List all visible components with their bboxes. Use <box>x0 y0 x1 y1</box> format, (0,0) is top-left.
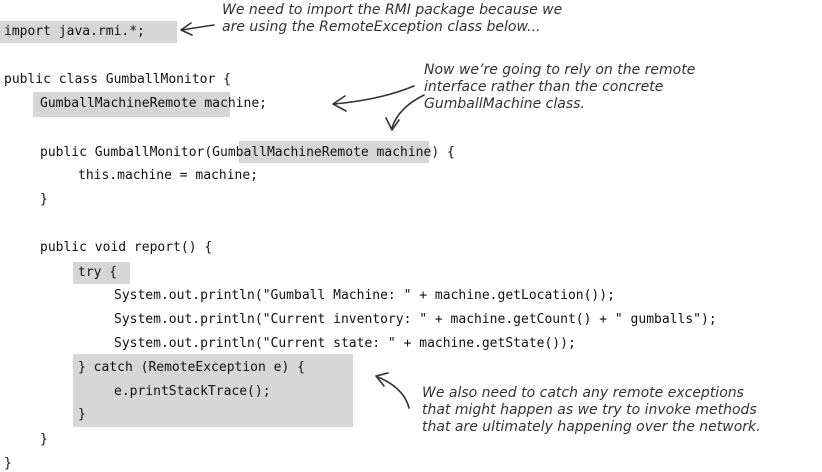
field-arrow-icon <box>333 85 415 105</box>
catch-arrow-icon <box>377 376 410 409</box>
param-arrowhead-icon <box>385 117 400 131</box>
annotation-arrows <box>180 22 425 409</box>
